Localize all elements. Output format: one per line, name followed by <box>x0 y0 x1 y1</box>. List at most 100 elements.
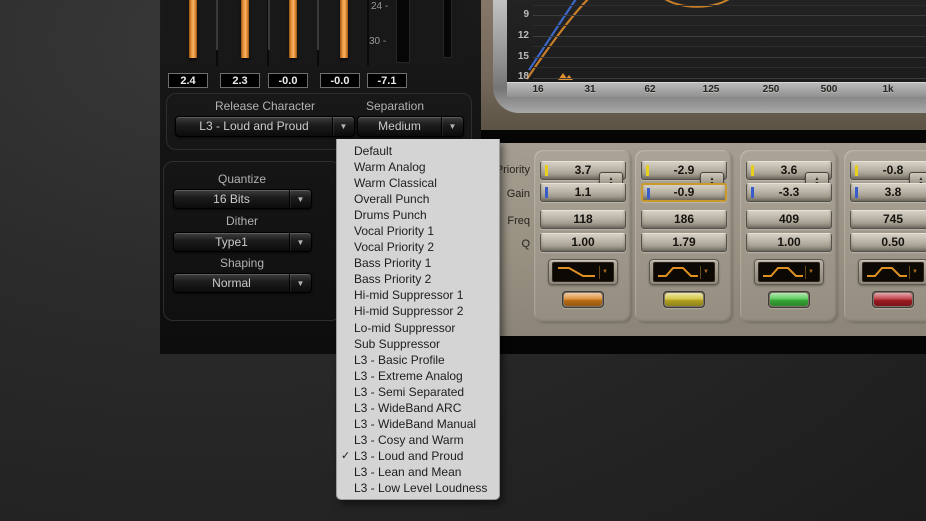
chevron-down-icon[interactable]: ▼ <box>289 233 311 251</box>
band1-q-field[interactable]: 1.00 <box>540 233 626 252</box>
divider <box>700 266 701 279</box>
graph-bezel: 9 12 15 18 16 31 62 125 250 500 1k <box>493 0 926 113</box>
gridline <box>533 25 926 26</box>
band4-indicator-light[interactable] <box>872 291 914 308</box>
release-character-dropdown[interactable]: L3 - Loud and Proud ▼ <box>175 116 355 137</box>
menu-item[interactable]: L3 - WideBand ARC <box>337 400 499 416</box>
band1-filter-shape-button[interactable]: ▼ <box>548 259 618 285</box>
menu-item[interactable]: L3 - Cosy and Warm <box>337 432 499 448</box>
band3-q-field[interactable]: 1.00 <box>746 233 832 252</box>
menu-item[interactable]: L3 - Extreme Analog <box>337 368 499 384</box>
band3-gain-field[interactable]: -3.3 <box>746 183 832 202</box>
band4-gain-field[interactable]: 3.8 <box>850 183 926 202</box>
quantize-value: 16 Bits <box>174 190 289 208</box>
x-axis-tick: 125 <box>696 84 726 95</box>
dither-label: Dither <box>182 214 302 228</box>
band1-indicator-light[interactable] <box>562 291 604 308</box>
attenuation-meter <box>443 0 452 58</box>
menu-item[interactable]: Hi-mid Suppressor 2 <box>337 303 499 319</box>
meter-track <box>317 0 319 50</box>
band3-filter-shape-button[interactable]: ▼ <box>754 259 824 285</box>
gridline <box>533 36 926 37</box>
shaping-value: Normal <box>174 274 289 292</box>
meter-bar <box>340 0 348 58</box>
gridline <box>533 78 926 79</box>
meter-readout: -7.1 <box>367 73 407 88</box>
meter-scale-tick: 24 - <box>371 1 388 12</box>
gridline <box>533 15 926 16</box>
menu-item[interactable]: L3 - WideBand Manual <box>337 416 499 432</box>
menu-item[interactable]: Warm Analog <box>337 159 499 175</box>
meter-separator <box>367 0 369 66</box>
band2-indicator-light[interactable] <box>663 291 705 308</box>
eq-curves-icon <box>507 0 926 82</box>
light-gloss <box>874 293 912 306</box>
panel-bottom-edge <box>481 336 926 354</box>
meter-track <box>268 0 270 50</box>
frequency-axis: 16 31 62 125 250 500 1k <box>507 82 926 97</box>
band1-gain-field[interactable]: 1.1 <box>540 183 626 202</box>
chevron-down-icon[interactable]: ▼ <box>289 274 311 292</box>
separation-dropdown[interactable]: Medium ▼ <box>357 116 464 137</box>
band2-freq-field[interactable]: 186 <box>641 210 727 229</box>
chevron-down-icon[interactable]: ▼ <box>289 190 311 208</box>
band2-q-field[interactable]: 1.79 <box>641 233 727 252</box>
band4-q-field[interactable]: 0.50 <box>850 233 926 252</box>
y-axis-tick: 9 <box>509 9 529 21</box>
release-character-menu: Default Warm Analog Warm Classical Overa… <box>336 139 500 500</box>
meter-bar <box>289 0 297 58</box>
band1-freq-field[interactable]: 118 <box>540 210 626 229</box>
x-axis-tick: 250 <box>756 84 786 95</box>
menu-item[interactable]: Sub Suppressor <box>337 336 499 352</box>
menu-item[interactable]: Warm Classical <box>337 175 499 191</box>
chevron-down-icon[interactable]: ▼ <box>332 117 354 136</box>
menu-item[interactable]: L3 - Lean and Mean <box>337 464 499 480</box>
dither-value: Type1 <box>174 233 289 251</box>
menu-item[interactable]: Hi-mid Suppressor 1 <box>337 287 499 303</box>
separation-value: Medium <box>358 117 441 136</box>
menu-item[interactable]: Bass Priority 1 <box>337 255 499 271</box>
quantize-dropdown[interactable]: 16 Bits ▼ <box>173 189 312 209</box>
gain-tick-icon <box>545 187 548 198</box>
attenuation-meter <box>396 0 410 63</box>
menu-item[interactable]: Default <box>337 143 499 159</box>
meter-track <box>216 0 218 50</box>
chevron-down-icon[interactable]: ▼ <box>602 269 608 275</box>
chevron-down-icon[interactable]: ▼ <box>808 269 814 275</box>
menu-item-selected[interactable]: ✓L3 - Loud and Proud <box>337 448 499 464</box>
menu-item[interactable]: Drums Punch <box>337 207 499 223</box>
filter-shape-bandpass-icon: ▼ <box>862 262 924 282</box>
chevron-down-icon[interactable]: ▼ <box>441 117 463 136</box>
meter-bar <box>241 0 249 58</box>
band2-gain-field-selected[interactable]: -0.9 <box>641 183 727 202</box>
x-axis-tick: 500 <box>814 84 844 95</box>
filter-shape-bandpass-icon: ▼ <box>758 262 820 282</box>
chevron-down-icon[interactable]: ▼ <box>912 269 918 275</box>
menu-item[interactable]: Vocal Priority 2 <box>337 239 499 255</box>
dynamics-graph: 9 12 15 18 <box>507 0 926 82</box>
chevron-down-icon[interactable]: ▼ <box>703 269 709 275</box>
band4-freq-field[interactable]: 745 <box>850 210 926 229</box>
priority-tick-icon <box>646 165 649 176</box>
menu-item[interactable]: Vocal Priority 1 <box>337 223 499 239</box>
light-gloss <box>665 293 703 306</box>
menu-item[interactable]: L3 - Low Level Loudness <box>337 480 499 496</box>
band4-filter-shape-button[interactable]: ▼ <box>858 259 926 285</box>
menu-item[interactable]: Overall Punch <box>337 191 499 207</box>
page-background: 24 - 30 - 2.4 2.3 -0.0 -0.0 -7.1 Release… <box>0 0 926 521</box>
band3-freq-field[interactable]: 409 <box>746 210 832 229</box>
menu-item[interactable]: L3 - Semi Separated <box>337 384 499 400</box>
menu-item[interactable]: Bass Priority 2 <box>337 271 499 287</box>
priority-tick-icon <box>855 165 858 176</box>
dither-dropdown[interactable]: Type1 ▼ <box>173 232 312 252</box>
band2-filter-shape-button[interactable]: ▼ <box>649 259 719 285</box>
meter-readout: 2.4 <box>168 73 208 88</box>
shaping-dropdown[interactable]: Normal ▼ <box>173 273 312 293</box>
shaping-label: Shaping <box>182 256 302 270</box>
menu-item[interactable]: L3 - Basic Profile <box>337 352 499 368</box>
checkmark-icon: ✓ <box>341 448 350 464</box>
band3-indicator-light[interactable] <box>768 291 810 308</box>
meter-bar <box>189 0 197 58</box>
light-gloss <box>770 293 808 306</box>
menu-item[interactable]: Lo-mid Suppressor <box>337 320 499 336</box>
